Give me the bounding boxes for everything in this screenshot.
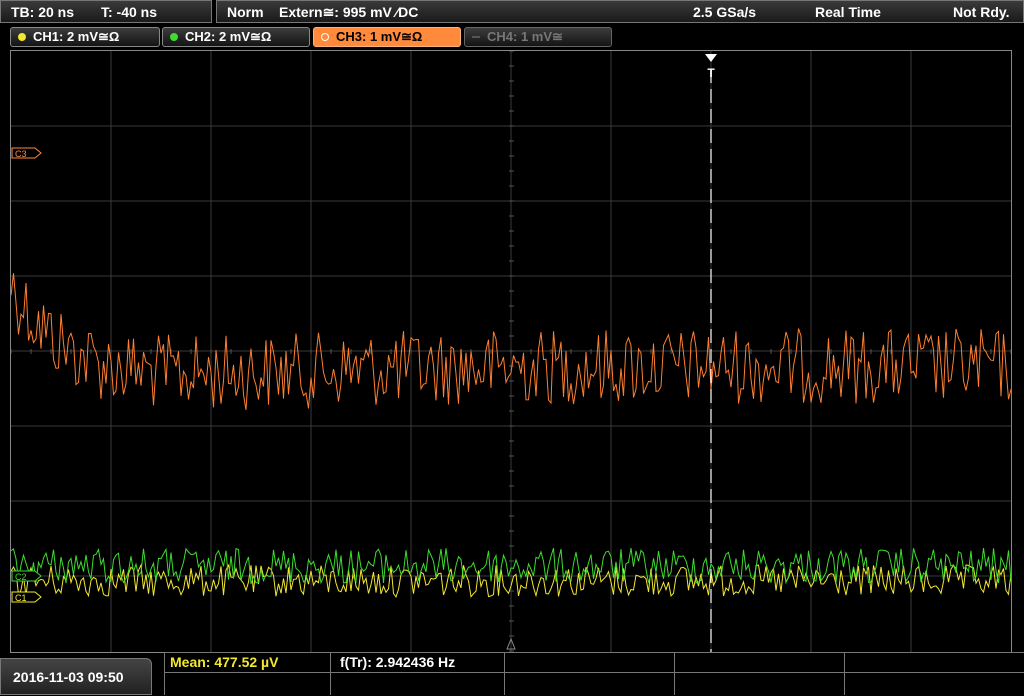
- top-status-bar: TB: 20 ns T: -40 ns Norm Extern≅: 995 mV…: [0, 0, 1024, 24]
- trigger-source-label: Extern≅: 995 mV ⁄DC: [279, 4, 419, 20]
- ch1-offset-marker[interactable]: C1: [11, 591, 42, 603]
- trigger-position-label: T: -40 ns: [101, 4, 158, 20]
- ch3-label: CH3: 1 mV≅Ω: [336, 29, 423, 44]
- timebase-label: TB: 20 ns: [11, 4, 75, 20]
- trigger-mode-label: Norm: [227, 4, 264, 20]
- trigger-marker-icon[interactable]: T: [705, 54, 717, 80]
- tab-ch1[interactable]: CH1: 2 mV≅Ω: [10, 27, 160, 47]
- timebase-box[interactable]: TB: 20 ns T: -40 ns: [0, 0, 212, 23]
- tab-ch3[interactable]: CH3: 1 mV≅Ω: [313, 27, 461, 47]
- ch1-marker-label: C1: [15, 593, 27, 603]
- ch3-offset-marker[interactable]: C3: [11, 147, 42, 159]
- ch3-marker-label: C3: [15, 149, 27, 159]
- waveform-display[interactable]: T C3 C2 C1: [10, 50, 1012, 653]
- ch1-indicator-icon: [18, 33, 26, 41]
- sample-rate-label: 2.5 GSa/s: [693, 4, 757, 20]
- ch4-indicator-icon: [472, 36, 480, 38]
- tab-ch4[interactable]: CH4: 1 mV≅: [464, 27, 612, 47]
- ch3-indicator-icon: [321, 33, 329, 41]
- datetime-label: 2016-11-03 09:50: [13, 669, 124, 685]
- ch1-label: CH1: 2 mV≅Ω: [33, 29, 120, 44]
- waveform-canvas: T C3 C2 C1: [11, 51, 1011, 652]
- run-state-label: Not Rdy.: [953, 4, 1010, 20]
- mean-measurement: Mean: 477.52 µV: [170, 654, 279, 670]
- ch4-label: CH4: 1 mV≅: [487, 29, 563, 44]
- trigger-marker-label: T: [707, 66, 715, 80]
- acquisition-status-bar[interactable]: Norm Extern≅: 995 mV ⁄DC 2.5 GSa/s Real …: [216, 0, 1024, 23]
- frequency-measurement: f(Tr): 2.942436 Hz: [340, 654, 456, 670]
- ch2-marker-label: C2: [15, 572, 27, 582]
- datetime-box: 2016-11-03 09:50: [0, 658, 152, 695]
- ch2-indicator-icon: [170, 33, 178, 41]
- acquisition-mode-label: Real Time: [815, 4, 881, 20]
- measurement-panel[interactable]: Mean: 477.52 µV f(Tr): 2.942436 Hz: [164, 652, 1024, 695]
- tab-ch2[interactable]: CH2: 2 mV≅Ω: [162, 27, 310, 47]
- channel-tabs: CH1: 2 mV≅Ω CH2: 2 mV≅Ω CH3: 1 mV≅Ω CH4:…: [0, 26, 1024, 48]
- ch2-label: CH2: 2 mV≅Ω: [185, 29, 272, 44]
